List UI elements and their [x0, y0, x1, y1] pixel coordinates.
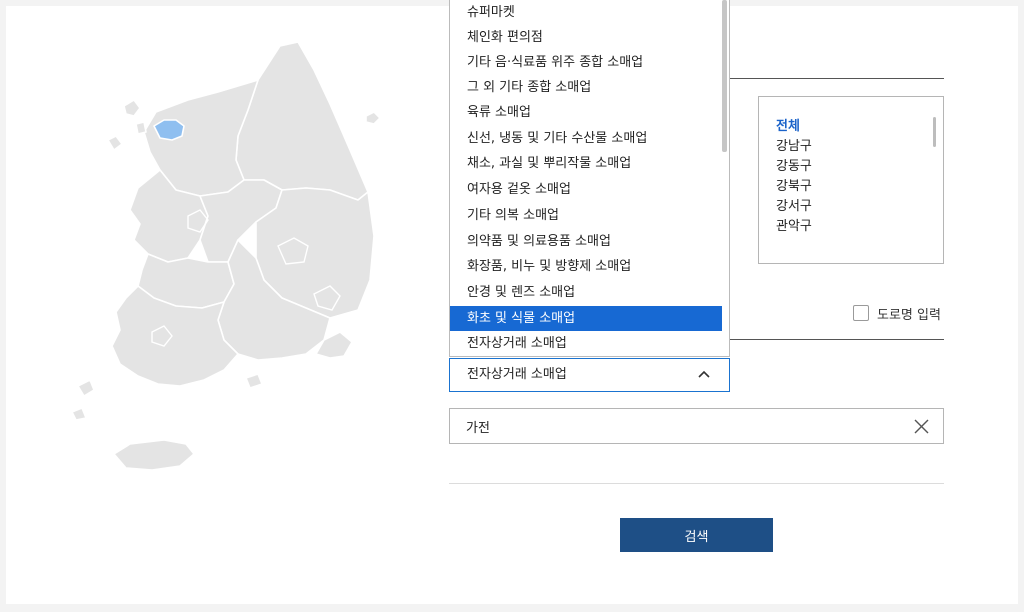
industry-option[interactable]: 전자상거래 소매업 [450, 331, 722, 356]
district-item-all[interactable]: 전체 [776, 117, 800, 137]
industry-option[interactable]: 기타 의복 소매업 [450, 203, 722, 228]
industry-option-highlighted[interactable]: 화초 및 식물 소매업 [450, 306, 722, 331]
industry-option[interactable]: 안경 및 렌즈 소매업 [450, 280, 722, 305]
map-region-ulleung[interactable] [365, 111, 381, 125]
industry-option[interactable]: 채소, 과실 및 뿌리작물 소매업 [450, 151, 722, 176]
search-button[interactable]: 검색 [620, 518, 773, 552]
road-name-label: 도로명 입력 [877, 307, 941, 323]
district-list-scrollbar[interactable] [933, 117, 936, 147]
keyword-field[interactable] [449, 408, 944, 444]
map-region-incheon[interactable] [107, 99, 147, 151]
industry-list-scrollbar[interactable] [722, 0, 727, 152]
map-region-jeju[interactable] [113, 439, 195, 471]
industry-option[interactable]: 여자용 겉옷 소매업 [450, 177, 722, 202]
district-list[interactable]: 전체 강남구 강동구 강북구 강서구 관악구 [758, 96, 944, 264]
district-item-gangseo[interactable]: 강서구 [776, 197, 812, 217]
industry-option[interactable]: 신선, 냉동 및 기타 수산물 소매업 [450, 126, 722, 151]
korea-region-map[interactable] [68, 40, 428, 480]
industry-dropdown-list[interactable]: 슈퍼마켓 체인화 편의점 기타 음·식료품 위주 종합 소매업 그 외 기타 종… [449, 0, 730, 357]
industry-option[interactable]: 체인화 편의점 [450, 25, 722, 50]
industry-option[interactable]: 화장품, 비누 및 방향제 소매업 [450, 254, 722, 279]
industry-option[interactable]: 의약품 및 의료용품 소매업 [450, 229, 722, 254]
industry-option[interactable]: 그 외 기타 종합 소매업 [450, 75, 722, 100]
industry-select[interactable]: 전자상거래 소매업 [449, 358, 730, 392]
map-region-gangwon[interactable] [235, 41, 369, 201]
road-name-toggle[interactable]: 도로명 입력 [853, 303, 941, 323]
section-divider-bottom [449, 483, 944, 484]
district-item-gangdong[interactable]: 강동구 [776, 157, 812, 177]
industry-option[interactable]: 기타 음·식료품 위주 종합 소매업 [450, 50, 722, 75]
industry-option[interactable]: 슈퍼마켓 [450, 0, 722, 25]
chevron-up-icon [698, 370, 710, 378]
keyword-input[interactable] [466, 409, 866, 443]
district-item-gangbuk[interactable]: 강북구 [776, 177, 812, 197]
road-name-checkbox[interactable] [853, 305, 869, 321]
industry-select-value: 전자상거래 소매업 [467, 367, 567, 382]
district-item-gwanak[interactable]: 관악구 [776, 217, 812, 237]
close-icon[interactable] [914, 419, 929, 434]
industry-option[interactable]: 육류 소매업 [450, 100, 722, 125]
district-item-gangnam[interactable]: 강남구 [776, 137, 812, 157]
